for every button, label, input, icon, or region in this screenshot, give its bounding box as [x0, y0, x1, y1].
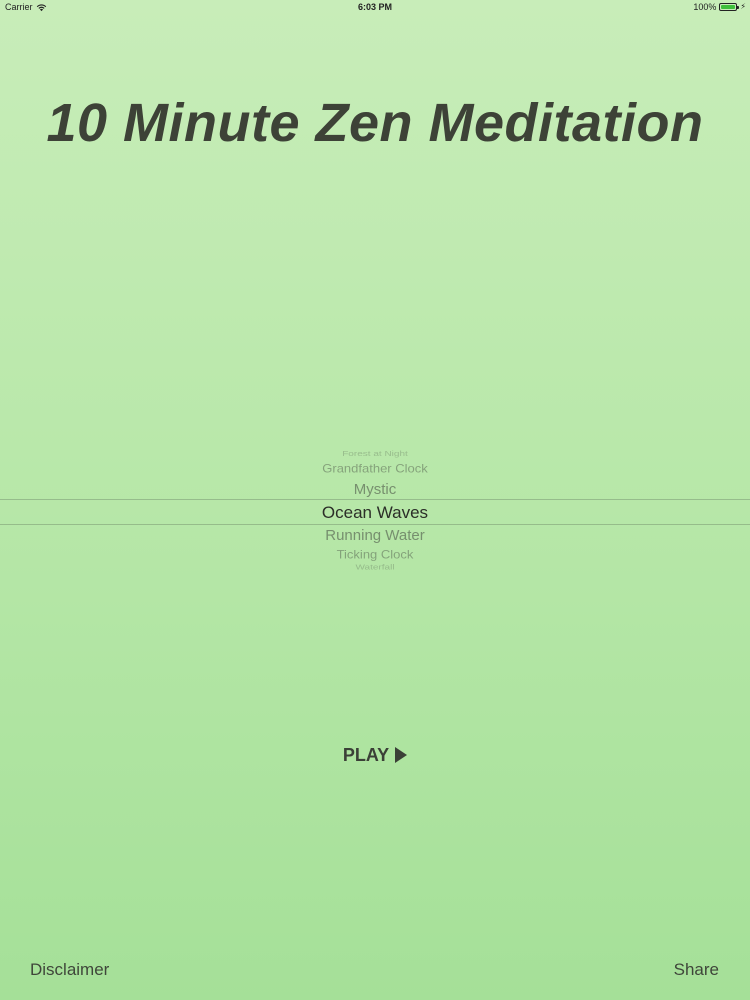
- status-right: 100% ⚡: [693, 2, 746, 12]
- picker-item[interactable]: Waterfall: [0, 564, 750, 572]
- play-label: PLAY: [342, 745, 390, 765]
- sound-picker[interactable]: Forest at Night Grandfather Clock Mystic…: [0, 446, 750, 576]
- status-bar: Carrier 6:03 PM 100% ⚡: [0, 0, 750, 16]
- picker-item[interactable]: Forest at Night: [0, 451, 750, 459]
- picker-item-selected[interactable]: Ocean Waves: [0, 503, 750, 523]
- battery-percent: 100%: [693, 2, 717, 12]
- app-title: 10 Minute Zen Meditation: [46, 93, 704, 153]
- disclaimer-link[interactable]: Disclaimer: [30, 960, 109, 980]
- play-button[interactable]: PLAY: [0, 745, 750, 766]
- battery-icon: [719, 3, 740, 11]
- charging-bolt-icon: ⚡: [740, 2, 746, 11]
- picker-item[interactable]: Ticking Clock: [0, 548, 750, 562]
- picker-selection-line-bottom: [0, 524, 750, 525]
- share-link[interactable]: Share: [674, 960, 719, 980]
- play-triangle-icon: [395, 747, 408, 763]
- picker-item[interactable]: Running Water: [0, 527, 750, 544]
- status-time: 6:03 PM: [357, 2, 392, 12]
- picker-selection-line-top: [0, 499, 750, 500]
- picker-item[interactable]: Grandfather Clock: [0, 462, 750, 476]
- picker-item[interactable]: Mystic: [0, 481, 750, 498]
